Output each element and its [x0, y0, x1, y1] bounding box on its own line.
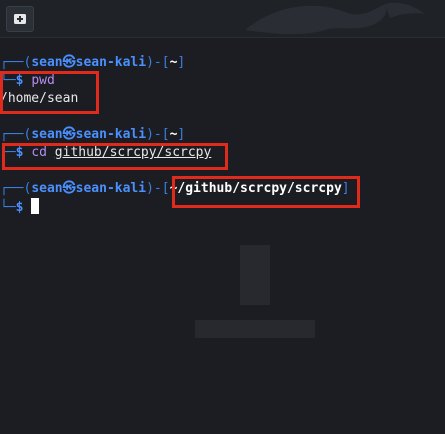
- kali-dragon-icon: [245, 2, 425, 35]
- terminal-top-bar: [0, 0, 445, 38]
- highlight-box: [172, 176, 360, 208]
- prompt-frame: └─: [0, 200, 16, 215]
- prompt-line: ┌──(sean㉿sean-kali)-[~]: [0, 126, 445, 144]
- kali-watermark-icon: [195, 245, 315, 338]
- prompt-user: sean: [31, 127, 63, 142]
- prompt-host: sean-kali: [75, 181, 147, 196]
- prompt-host: sean-kali: [75, 55, 147, 70]
- prompt-frame: ]: [177, 127, 186, 142]
- prompt-at-symbol: ㉿: [62, 55, 76, 70]
- prompt-user: sean: [31, 181, 63, 196]
- new-tab-icon: [14, 14, 26, 24]
- prompt-frame: ┌──(: [0, 127, 32, 142]
- highlight-box: [2, 143, 228, 170]
- prompt-at-symbol: ㉿: [62, 127, 76, 142]
- new-tab-button[interactable]: [6, 6, 34, 32]
- prompt-dollar: $: [15, 200, 24, 215]
- prompt-at-symbol: ㉿: [62, 181, 76, 196]
- prompt-frame: ┌──(: [0, 181, 32, 196]
- prompt-frame: )-[: [146, 181, 170, 196]
- prompt-frame: )-[: [146, 127, 170, 142]
- prompt-user: sean: [31, 55, 63, 70]
- prompt-frame: ]: [177, 55, 186, 70]
- prompt-frame: )-[: [146, 55, 170, 70]
- prompt-host: sean-kali: [75, 127, 147, 142]
- prompt-frame: ┌──(: [0, 55, 32, 70]
- prompt-line: ┌──(sean㉿sean-kali)-[~]: [0, 54, 445, 72]
- text-cursor: [31, 198, 40, 214]
- highlight-box: [0, 71, 99, 114]
